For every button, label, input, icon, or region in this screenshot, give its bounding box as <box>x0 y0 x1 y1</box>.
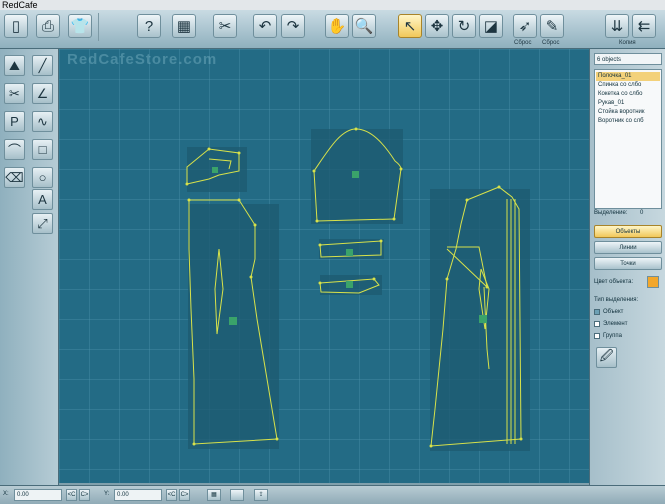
redo-icon[interactable]: ↷ <box>281 14 305 38</box>
arc-tool-icon[interactable]: ⌒ <box>4 139 25 160</box>
list-item[interactable]: Воротник со слб <box>596 117 660 126</box>
cut-icon[interactable]: ✂ <box>213 14 237 38</box>
help-icon[interactable]: ? <box>137 14 161 38</box>
pattern-drawing <box>185 127 530 451</box>
blank-button[interactable] <box>230 489 244 501</box>
reset-pencil-icon[interactable]: ✎ <box>540 14 564 38</box>
radio-element[interactable]: Элемент <box>594 321 627 327</box>
scale-icon[interactable]: ◪ <box>479 14 503 38</box>
pan-hand-icon[interactable]: ✋ <box>325 14 349 38</box>
pick-tool-icon[interactable]: 🖉 <box>596 347 617 368</box>
lines-button[interactable]: Линии <box>594 241 662 254</box>
radio-indicator <box>594 321 600 327</box>
rotate-icon[interactable]: ↻ <box>452 14 476 38</box>
x-next-button[interactable]: C> <box>79 489 90 501</box>
radio-indicator <box>594 309 600 315</box>
garment-icon[interactable]: 👕 <box>68 14 92 38</box>
circle-tool-icon[interactable]: ○ <box>32 167 53 188</box>
status-bar: X: 0.00 <C C> Y: 0.00 <C C> ▦ ⇪ <box>0 485 665 504</box>
reset-select-icon[interactable]: ➶ <box>513 14 537 38</box>
title-bar: RedCafe <box>0 0 665 10</box>
reset-label-1: Сброс <box>514 40 532 46</box>
points-button[interactable]: Точки <box>594 257 662 270</box>
rectangle-tool-icon[interactable]: □ <box>32 139 53 160</box>
eraser-tool-icon[interactable]: ⌫ <box>4 167 25 188</box>
print-icon[interactable]: ⎙ <box>36 14 60 38</box>
radio-group[interactable]: Группа <box>594 333 622 339</box>
y-prev-button[interactable]: <C <box>166 489 177 501</box>
y-label: Y: <box>104 491 110 497</box>
line-tool-icon[interactable]: ╱ <box>32 55 53 76</box>
y-coordinate-field[interactable]: 0.00 <box>114 489 162 501</box>
left-tool-palette: ⛰ ╱ ✂ ∠ P ∿ ⌒ □ ⌫ ○ A ⤢ <box>0 49 59 485</box>
right-panel: 6 objects Полочка_01 Спинка со слбо Коке… <box>589 49 665 485</box>
calculator-icon[interactable]: ▦ <box>172 14 196 38</box>
calculator-small-icon[interactable]: ▦ <box>207 489 221 501</box>
move-icon[interactable]: ✥ <box>425 14 449 38</box>
angle-tool-icon[interactable]: ∠ <box>32 83 53 104</box>
mountain-tool-icon[interactable]: ⛰ <box>4 55 25 76</box>
point-tool-icon[interactable]: P <box>4 111 25 132</box>
y-next-button[interactable]: C> <box>179 489 190 501</box>
curve-tool-icon[interactable]: ∿ <box>32 111 53 132</box>
list-item[interactable]: Кокетка со слбо <box>596 90 660 99</box>
x-prev-button[interactable]: <C <box>66 489 77 501</box>
app-title: RedCafe <box>2 0 38 10</box>
list-item[interactable]: Стойка воротник <box>596 108 660 117</box>
object-count: 6 objects <box>594 53 662 65</box>
list-item[interactable]: Спинка со слбо <box>596 81 660 90</box>
list-item[interactable]: Полочка_01 <box>596 72 660 81</box>
pattern-canvas[interactable]: RedCafeStore.com <box>59 49 589 483</box>
object-color-swatch[interactable] <box>647 276 659 288</box>
zoom-icon[interactable]: 🔍 <box>352 14 376 38</box>
select-arrow-icon[interactable]: ↖ <box>398 14 422 38</box>
copy-label: Копия <box>619 40 636 46</box>
copy-left-icon[interactable]: ⇇ <box>632 14 656 38</box>
undo-icon[interactable]: ↶ <box>253 14 277 38</box>
object-color-label: Цвет объекта: <box>594 279 634 285</box>
object-list[interactable]: Полочка_01 Спинка со слбо Кокетка со слб… <box>594 69 662 209</box>
selection-value: 0 <box>640 210 644 216</box>
app-window: RedCafe ▯ ⎙ 👕 ? ▦ ✂ ↶ ↷ ✋ 🔍 ↖ ✥ ↻ ◪ ➶ ✎ … <box>0 0 665 504</box>
measure-tool-icon[interactable]: ⤢ <box>32 213 53 234</box>
new-file-icon[interactable]: ▯ <box>4 14 28 38</box>
x-label: X: <box>3 491 9 497</box>
radio-indicator <box>594 333 600 339</box>
export-icon[interactable]: ⇪ <box>254 489 268 501</box>
objects-button[interactable]: Объекты <box>594 225 662 238</box>
main-toolbar: ▯ ⎙ 👕 ? ▦ ✂ ↶ ↷ ✋ 🔍 ↖ ✥ ↻ ◪ ➶ ✎ Сброс Сб… <box>0 10 665 49</box>
selection-label: Выделение: <box>594 210 628 216</box>
list-item[interactable]: Рукав_01 <box>596 99 660 108</box>
reset-label-2: Сброс <box>542 40 560 46</box>
selection-type-label: Тип выделения: <box>594 297 639 303</box>
radio-object[interactable]: Объект <box>594 309 623 315</box>
scissors-tool-icon[interactable]: ✂ <box>4 83 25 104</box>
text-tool-icon[interactable]: A <box>32 189 53 210</box>
x-coordinate-field[interactable]: 0.00 <box>14 489 62 501</box>
copy-down-icon[interactable]: ⇊ <box>605 14 629 38</box>
